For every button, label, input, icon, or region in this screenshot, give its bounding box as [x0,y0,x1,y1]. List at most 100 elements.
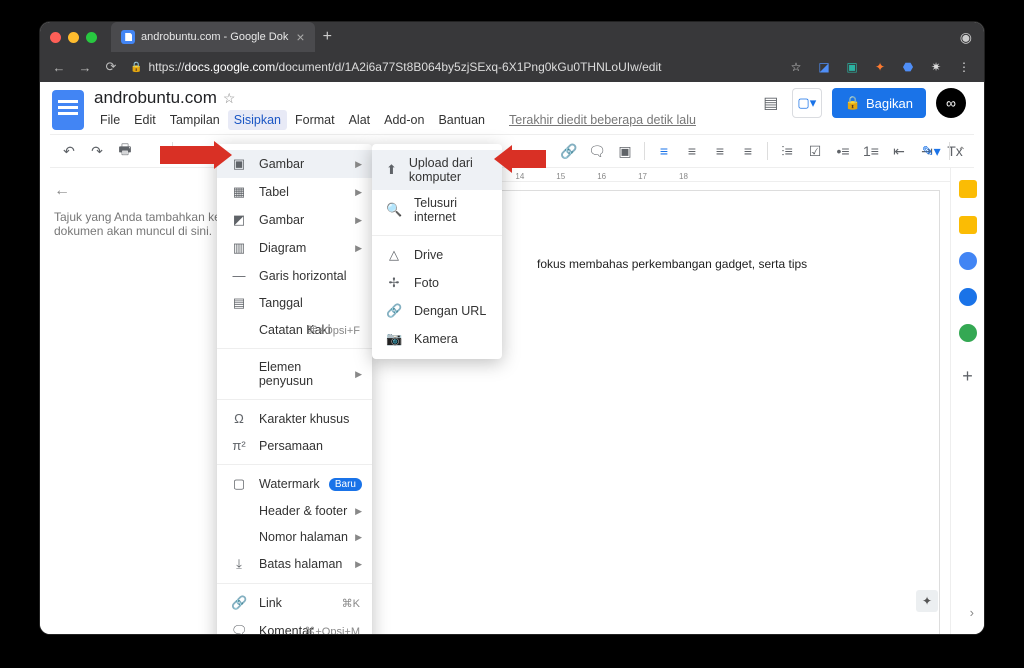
insert-footnote[interactable]: Catatan Kaki⌘+Opsi+F [217,317,372,343]
insert-building-blocks[interactable]: Elemen penyusun▶ [217,354,372,394]
from-camera[interactable]: 📷Kamera [372,325,502,353]
outdent-icon[interactable]: ⇤ [888,140,910,162]
insert-hr[interactable]: ―Garis horizontal [217,262,372,289]
account-avatar[interactable]: ∞ [936,88,966,118]
outline-panel: ← Tajuk yang Anda tambahkan ke dokumen a… [40,168,235,634]
present-button[interactable]: ▢▾ [792,88,822,118]
add-app-icon[interactable]: + [962,366,973,387]
menu-view[interactable]: Tampilan [164,110,226,130]
align-justify-icon[interactable]: ≡ [737,140,759,162]
watermark-icon: ▢ [231,476,247,492]
browser-tab[interactable]: androbuntu.com - Google Dok × [111,22,315,52]
share-button[interactable]: 🔒 Bagikan [832,88,926,118]
url-text: https://docs.google.com/document/d/1A2i6… [148,60,661,74]
undo-icon[interactable]: ↶ [58,140,80,162]
insert-image[interactable]: ▣Gambar▶ [217,150,372,178]
search-icon: 🔍 [386,202,402,218]
puzzle-icon[interactable]: ✷ [928,59,944,75]
menu-icon[interactable]: ⋮ [956,59,972,75]
docs-logo-icon[interactable] [52,90,84,130]
address-field[interactable]: 🔒 https://docs.google.com/document/d/1A2… [130,60,776,74]
menu-edit[interactable]: Edit [128,110,162,130]
insert-page-numbers[interactable]: Nomor halaman▶ [217,524,372,550]
keep-app-icon[interactable] [959,180,977,198]
doc-title[interactable]: androbuntu.com [94,88,217,108]
align-center-icon[interactable]: ≡ [681,140,703,162]
bulleted-list-icon[interactable]: •≡ [832,140,854,162]
drawing-icon: ◩ [231,212,247,228]
menu-addon[interactable]: Add-on [378,110,430,130]
link-icon: 🔗 [231,595,247,611]
new-tab-button[interactable]: + [323,28,332,46]
insert-comment[interactable]: 🗨Komentar⌘+Opsi+M [217,617,372,634]
browser-window: androbuntu.com - Google Dok × + ◉ ← → ⟳ … [40,22,984,634]
line-spacing-icon[interactable]: ⫶≡ [776,140,798,162]
extension-icon[interactable]: ▣ [844,59,860,75]
extension-icon[interactable]: ⬣ [900,59,916,75]
numbered-list-icon[interactable]: 1≡ [860,140,882,162]
extension-icon[interactable]: ◪ [816,59,832,75]
link-icon[interactable]: 🔗 [558,140,580,162]
tasks-app-icon[interactable] [959,252,977,270]
align-left-icon[interactable]: ≡ [653,140,675,162]
forward-button[interactable]: → [78,60,92,75]
side-panel: + [950,168,984,634]
checklist-icon[interactable]: ☑ [804,140,826,162]
insert-date[interactable]: ▤Tanggal [217,289,372,317]
last-edit[interactable]: Terakhir diedit beberapa detik lalu [503,110,702,130]
insert-chart[interactable]: ▥Diagram▶ [217,234,372,262]
url-bar: ← → ⟳ 🔒 https://docs.google.com/document… [40,52,984,82]
explore-button[interactable]: ✦ [916,590,938,612]
reload-button[interactable]: ⟳ [104,59,118,75]
image-icon[interactable]: ▣ [614,140,636,162]
editing-mode-icon[interactable]: ✎▾ [922,143,941,160]
minimize-window[interactable] [68,32,79,43]
collapse-side-icon[interactable]: › [970,605,974,620]
link-icon: 🔗 [386,303,402,319]
menu-insert[interactable]: Sisipkan [228,110,287,130]
chevron-right-icon: ▶ [355,159,362,170]
pi-icon: π² [231,438,247,453]
contacts-app-icon[interactable] [959,288,977,306]
by-url[interactable]: 🔗Dengan URL [372,297,502,325]
insert-link[interactable]: 🔗Link⌘K [217,589,372,617]
insert-special[interactable]: ΩKarakter khusus [217,405,372,432]
from-photos[interactable]: ✢Foto [372,269,502,297]
star-doc-icon[interactable]: ☆ [223,90,236,107]
menu-file[interactable]: File [94,110,126,130]
upload-from-computer[interactable]: ⬆Upload dari komputer [372,150,502,190]
back-button[interactable]: ← [52,60,66,75]
comment-icon[interactable]: 🗨 [586,140,608,162]
workspace: ← Tajuk yang Anda tambahkan ke dokumen a… [40,168,984,634]
insert-equation[interactable]: π²Persamaan [217,432,372,459]
maximize-window[interactable] [86,32,97,43]
menu-help[interactable]: Bantuan [432,110,491,130]
keep-app-icon[interactable] [959,216,977,234]
insert-page-break[interactable]: ⤓Batas halaman▶ [217,550,372,578]
insert-header-footer[interactable]: Header & footer▶ [217,498,372,524]
close-window[interactable] [50,32,61,43]
insert-drawing[interactable]: ◩Gambar▶ [217,206,372,234]
search-web[interactable]: 🔍Telusuri internet [372,190,502,230]
window-controls [50,32,97,43]
print-icon[interactable]: 🖶 [114,140,136,162]
image-icon: ▣ [231,156,247,172]
insert-table[interactable]: ▦Tabel▶ [217,178,372,206]
insert-menu: ▣Gambar▶ ▦Tabel▶ ◩Gambar▶ ▥Diagram▶ ―Gar… [217,144,372,634]
outline-back-icon[interactable]: ← [54,182,70,200]
insert-watermark[interactable]: ▢WatermarkBaru [217,470,372,498]
comments-history-icon[interactable]: ▤ [760,92,782,114]
align-right-icon[interactable]: ≡ [709,140,731,162]
redo-icon[interactable]: ↷ [86,140,108,162]
incognito-icon[interactable]: ◉ [960,29,972,46]
close-tab-icon[interactable]: × [296,29,304,45]
menu-format[interactable]: Format [289,110,341,130]
maps-app-icon[interactable] [959,324,977,342]
doc-header: androbuntu.com ☆ File Edit Tampilan Sisi… [40,82,984,130]
from-drive[interactable]: △Drive [372,241,502,269]
menu-tools[interactable]: Alat [343,110,377,130]
hr-icon: ― [231,268,247,283]
collapse-toolbar-icon[interactable]: ⌃ [958,146,966,157]
extension-icon[interactable]: ✦ [872,59,888,75]
star-icon[interactable]: ☆ [788,59,804,75]
